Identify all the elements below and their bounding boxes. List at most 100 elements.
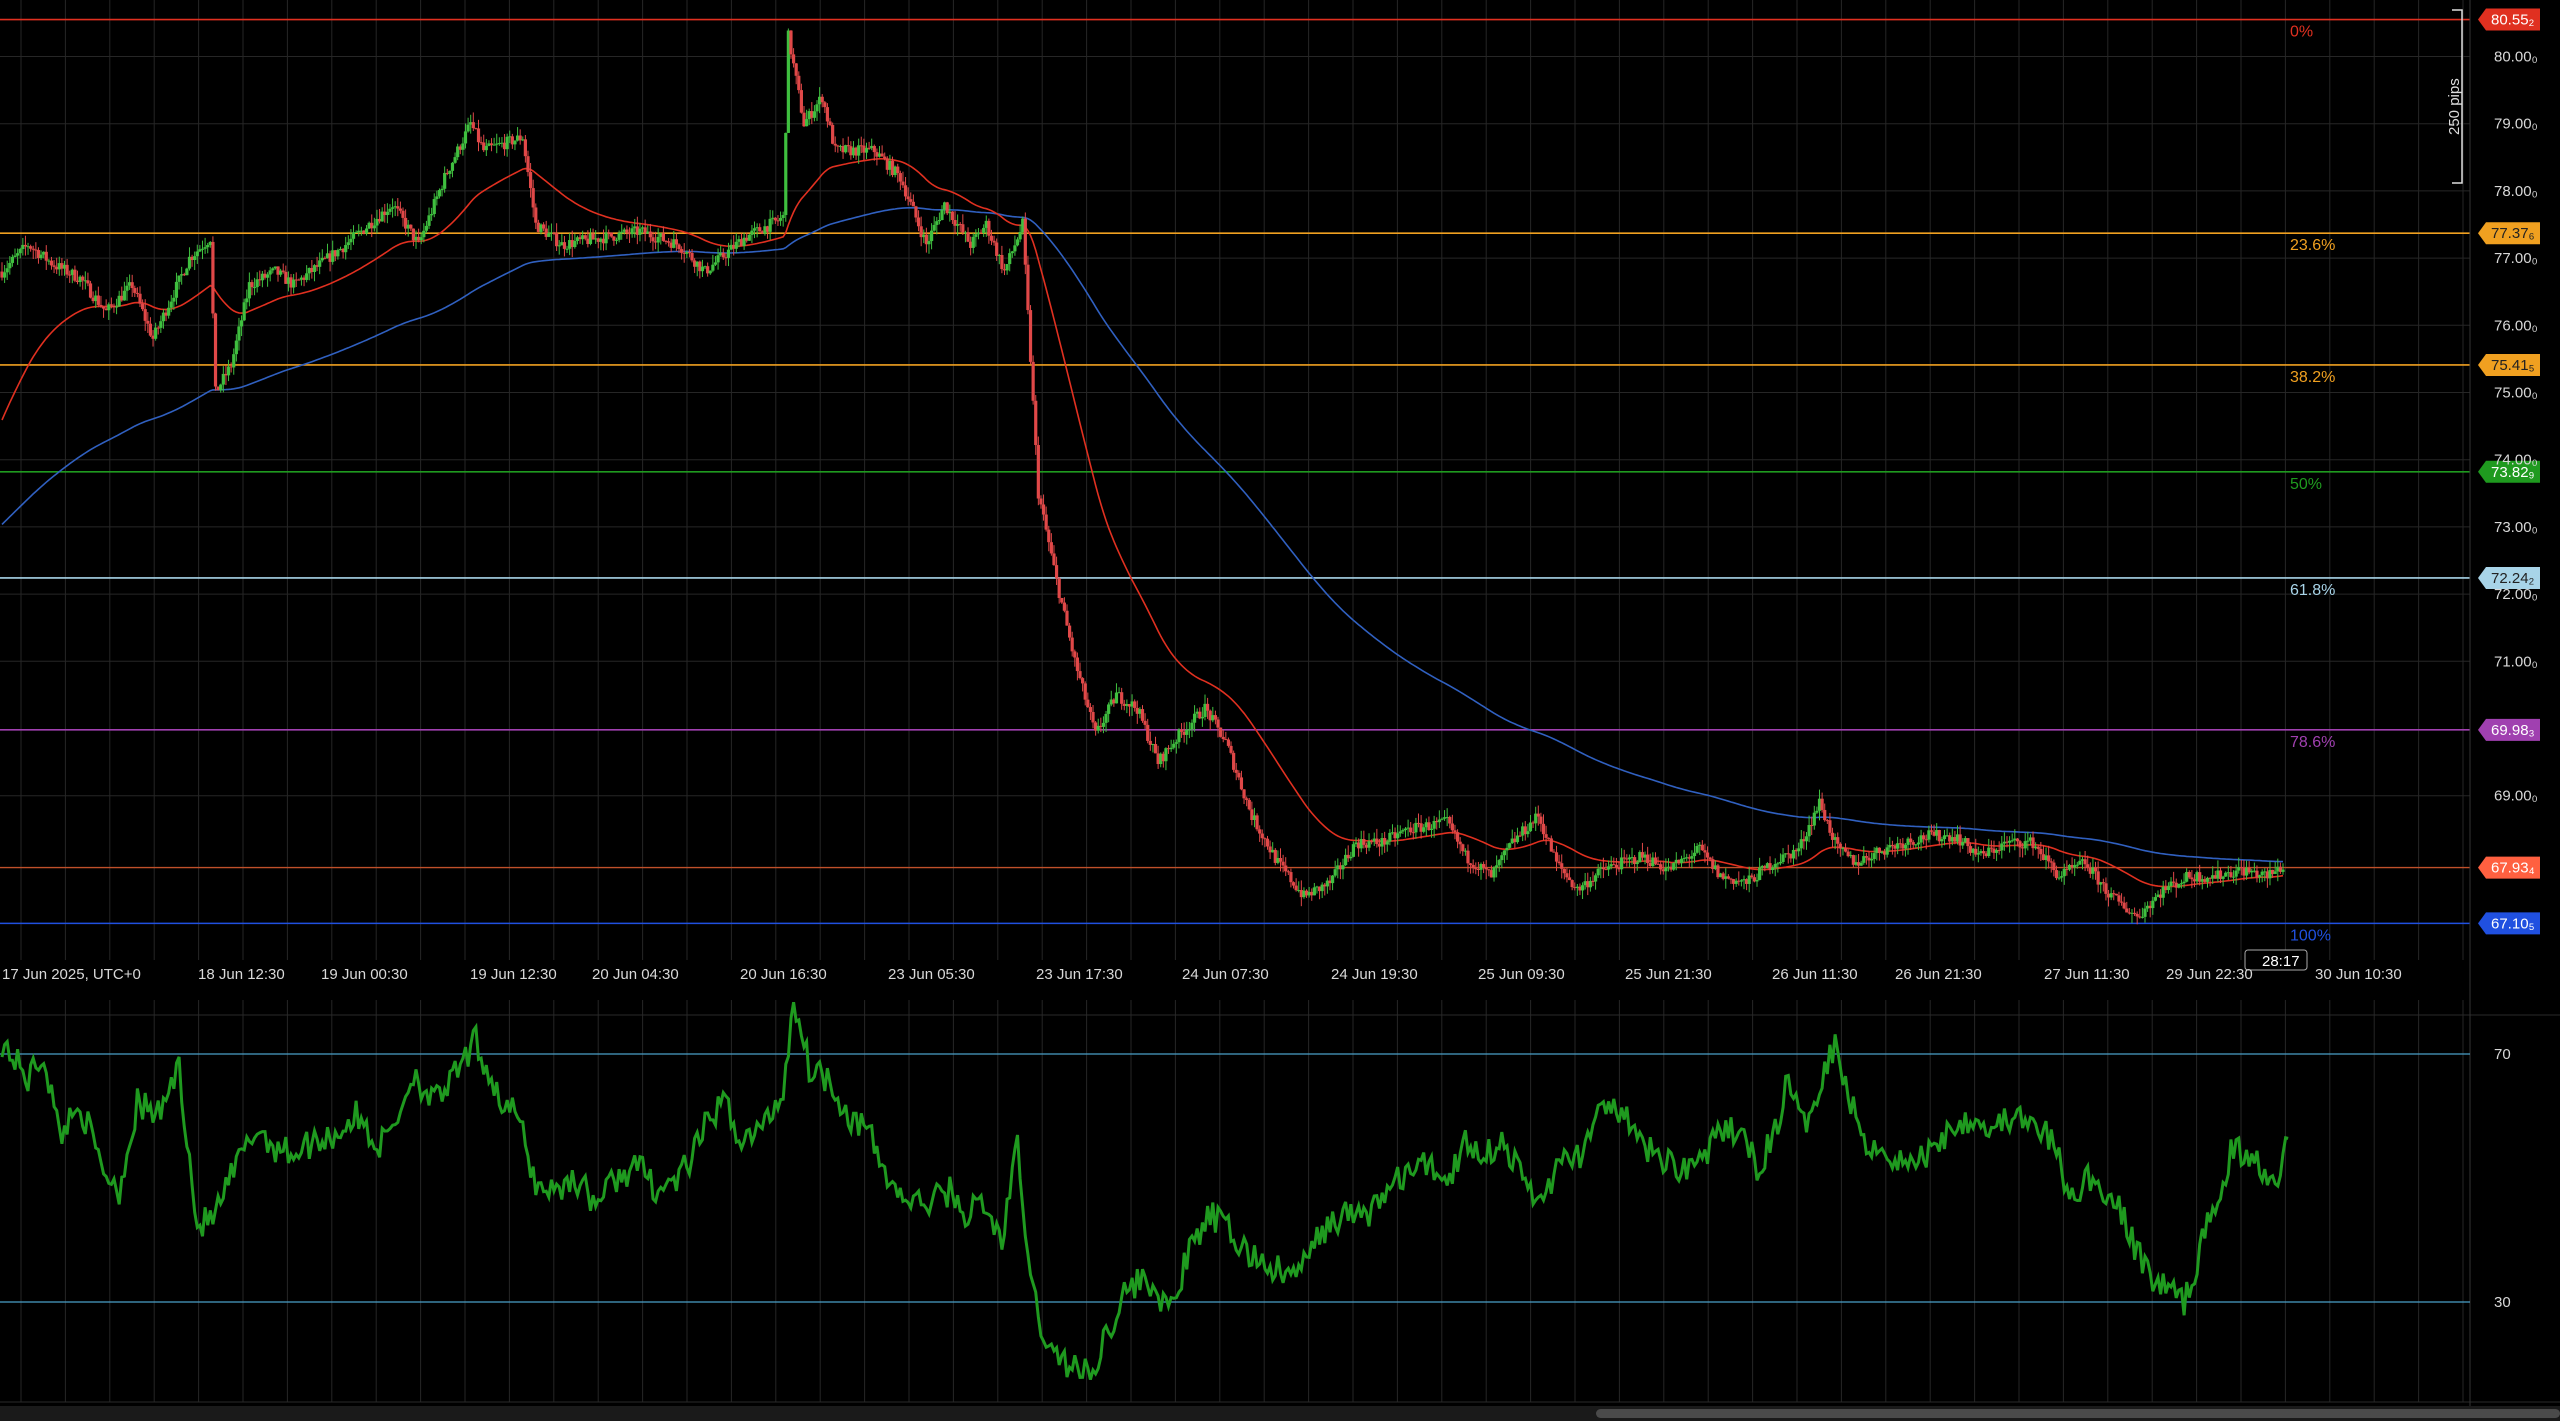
price-tag-label: 77.37₆ — [2491, 225, 2535, 242]
price-tag: 77.37₆ — [2478, 222, 2540, 245]
candle — [1396, 833, 1400, 839]
candle — [453, 157, 457, 163]
candle — [1375, 838, 1379, 844]
candle — [461, 143, 465, 150]
candle — [797, 75, 801, 91]
candle — [562, 242, 567, 249]
fib-label: 78.6% — [2290, 734, 2335, 751]
candle — [49, 260, 54, 266]
candle — [52, 265, 56, 267]
candle — [831, 124, 835, 144]
time-tick-label: 19 Jun 12:30 — [470, 966, 557, 983]
candle — [989, 235, 994, 241]
candle — [1989, 847, 1993, 849]
candle — [146, 320, 150, 324]
candle — [2086, 864, 2090, 868]
candle — [2018, 841, 2022, 848]
candle — [388, 208, 392, 212]
candle — [1437, 819, 1441, 823]
candle — [614, 239, 619, 241]
candle — [1828, 820, 1832, 833]
candle — [1987, 847, 1991, 857]
candle — [2052, 862, 2056, 871]
candle — [987, 220, 991, 236]
candle — [781, 215, 785, 218]
time-tick-label: 20 Jun 16:30 — [740, 966, 827, 983]
candle — [1453, 830, 1457, 833]
candle — [995, 242, 999, 256]
candle — [200, 248, 205, 250]
price-tag: 69.98₃ — [2478, 718, 2540, 741]
candle — [1349, 856, 1353, 859]
candle — [232, 354, 236, 368]
candle — [1940, 839, 1944, 842]
candle — [29, 246, 33, 249]
candle — [583, 235, 587, 239]
candle — [773, 217, 777, 221]
candle — [1281, 861, 1285, 866]
candle — [154, 327, 158, 339]
price-chart[interactable]: 0%80.55₂23.6%77.37₆38.2%75.41₅50%73.82₉6… — [0, 0, 2560, 1421]
candle — [2047, 855, 2051, 862]
candle — [1107, 704, 1111, 714]
candle — [1468, 863, 1473, 865]
candle — [883, 156, 887, 159]
candle — [1554, 852, 1559, 862]
candle — [1495, 865, 1499, 868]
candle — [1226, 739, 1231, 746]
candle — [1781, 854, 1785, 862]
candle — [555, 233, 559, 247]
candle — [1755, 880, 1759, 882]
candle — [2140, 916, 2144, 918]
candle — [557, 245, 561, 247]
candle — [630, 228, 634, 235]
candle — [1541, 823, 1546, 835]
candle — [268, 270, 272, 275]
candle — [784, 132, 788, 216]
candle — [747, 234, 751, 241]
candle — [505, 136, 509, 150]
candle — [638, 228, 642, 235]
candle — [2153, 897, 2158, 901]
candle — [1518, 835, 1522, 837]
candle — [825, 107, 830, 122]
chart-root: 0% 80.55₂ 23.6% 77.37₆ 38.2% 75.41₅ 50% 73.82₉ 6… — [0, 0, 2560, 1421]
candle — [1758, 867, 1762, 881]
candle — [101, 306, 106, 309]
candle — [1401, 830, 1405, 832]
candle — [86, 280, 90, 284]
candle — [1981, 851, 1986, 854]
price-tick-label: 69.00₀ — [2494, 788, 2538, 805]
candle — [242, 302, 246, 321]
candle — [898, 173, 902, 182]
candle — [677, 244, 681, 250]
candle — [1039, 498, 1043, 505]
candle — [143, 309, 147, 321]
candle — [484, 145, 488, 151]
scrollbar-thumb[interactable] — [1596, 1409, 2560, 1418]
candle — [1976, 853, 1980, 855]
candle — [2190, 877, 2194, 880]
candle — [799, 90, 803, 113]
candle — [2182, 881, 2186, 884]
price-tag-label: 75.41₅ — [2491, 357, 2535, 374]
candle — [463, 131, 468, 144]
candle — [526, 156, 530, 173]
time-tick-label: 20 Jun 04:30 — [592, 966, 679, 983]
candle — [1229, 745, 1233, 753]
candle — [466, 124, 470, 132]
candle — [872, 145, 876, 153]
candle — [1823, 809, 1827, 821]
candle — [2257, 875, 2262, 878]
candle — [1216, 719, 1220, 728]
candle — [1005, 264, 1009, 271]
candle — [2172, 881, 2176, 883]
candle — [1388, 832, 1392, 842]
candle — [1398, 831, 1402, 834]
candle — [1185, 729, 1189, 735]
candle — [528, 172, 533, 189]
candle — [1471, 864, 1475, 869]
candle — [1505, 847, 1509, 851]
candle — [1114, 692, 1119, 704]
price-tag: 75.41₅ — [2478, 353, 2540, 376]
